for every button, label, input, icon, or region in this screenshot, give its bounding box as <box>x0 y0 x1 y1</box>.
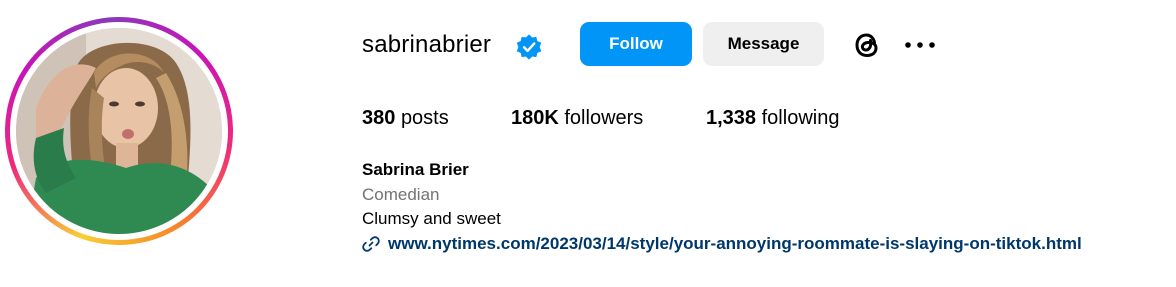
posts-stat: 380 posts <box>362 107 449 130</box>
posts-count: 380 <box>362 107 396 129</box>
avatar-story-ring[interactable] <box>5 17 233 245</box>
bio-text: Clumsy and sweet <box>362 209 501 228</box>
external-link[interactable]: www.nytimes.com/2023/03/14/style/your-an… <box>388 234 1082 254</box>
avatar[interactable] <box>16 28 222 234</box>
following-label: following <box>761 107 840 129</box>
more-options-icon[interactable] <box>902 35 938 55</box>
verified-badge-icon <box>516 34 542 60</box>
posts-label: posts <box>400 107 449 129</box>
follow-button[interactable]: Follow <box>580 22 692 66</box>
threads-icon[interactable] <box>850 28 884 62</box>
category-label: Comedian <box>362 185 440 204</box>
external-link-row: www.nytimes.com/2023/03/14/style/your-an… <box>362 234 1082 254</box>
following-stat[interactable]: 1,338 following <box>706 107 839 130</box>
message-button[interactable]: Message <box>703 22 824 66</box>
followers-label: followers <box>564 107 644 129</box>
followers-count: 180K <box>511 107 559 129</box>
profile-photo <box>16 28 222 234</box>
full-name: Sabrina Brier <box>362 160 469 179</box>
link-icon <box>362 236 380 252</box>
followers-stat[interactable]: 180K followers <box>511 107 643 130</box>
following-count: 1,338 <box>706 107 757 129</box>
username: sabrinabrier <box>362 31 492 58</box>
